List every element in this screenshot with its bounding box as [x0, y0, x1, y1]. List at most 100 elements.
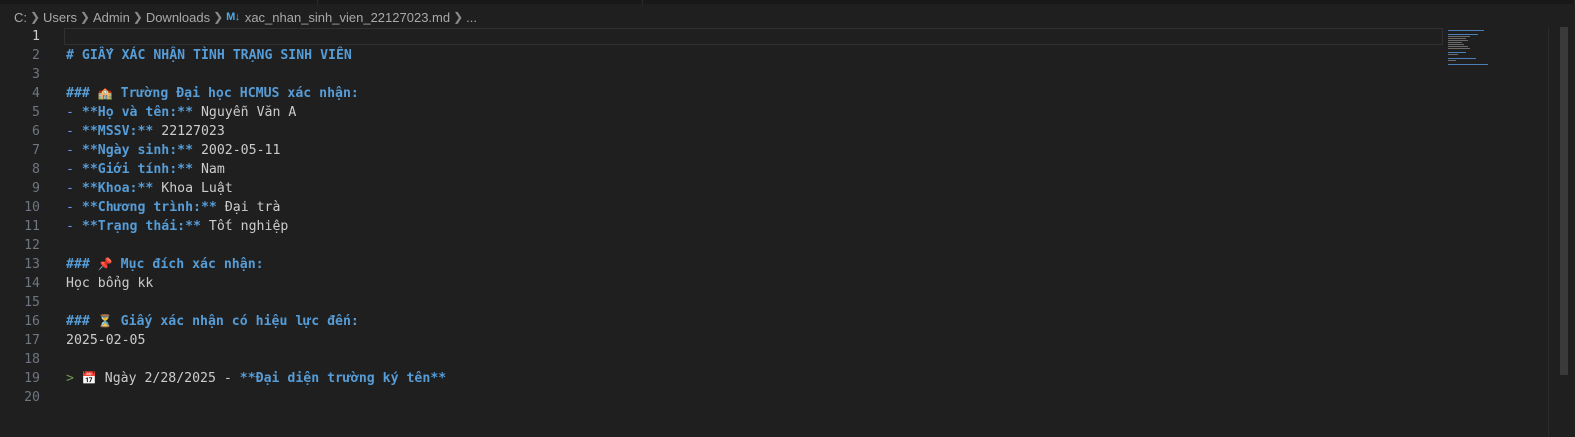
- line-number: 12: [24, 238, 40, 253]
- editor-line[interactable]: 8 - **Giới tính:** Nam: [0, 160, 1445, 179]
- code-token: **Khoa:**: [81, 181, 154, 196]
- line-content: 2025-02-05: [66, 331, 145, 350]
- editor-line[interactable]: 16 ### ⏳ Giấy xác nhận có hiệu lực đến:: [0, 312, 1445, 331]
- chevron-right-icon: ❯: [132, 10, 143, 24]
- editor-line[interactable]: 4 ### 🏫 Trường Đại học HCMUS xác nhận:: [0, 84, 1445, 103]
- code-token: Mục đích xác nhận:: [112, 257, 264, 272]
- code-token: **Trạng thái:**: [81, 219, 201, 234]
- code-token: Giấy xác nhận có hiệu lực đến:: [112, 314, 359, 329]
- line-content: - **Trạng thái:** Tốt nghiệp: [66, 217, 288, 236]
- code-token: ###: [66, 314, 98, 329]
- line-number: 19: [24, 371, 40, 386]
- editor-line[interactable]: 1: [0, 27, 1445, 46]
- line-number: 7: [32, 143, 40, 158]
- editor-line[interactable]: 3: [0, 65, 1445, 84]
- line-number: 15: [24, 295, 40, 310]
- code-token: -: [66, 181, 82, 196]
- chevron-right-icon: ❯: [79, 10, 90, 24]
- line-content: - **Khoa:** Khoa Luật: [66, 179, 233, 198]
- breadcrumb-drive[interactable]: C:: [14, 10, 27, 25]
- editor-line[interactable]: 20: [0, 388, 1445, 407]
- code-token: ###: [66, 86, 98, 101]
- emoji-icon: 📅: [81, 371, 97, 385]
- code-token: Nguyễn Văn A: [193, 105, 297, 120]
- emoji-icon: ⏳: [97, 314, 113, 328]
- line-content: - **Chương trình:** Đại trà: [66, 198, 280, 217]
- editor-line[interactable]: 12: [0, 236, 1445, 255]
- code-token: ###: [66, 257, 98, 272]
- line-number: 9: [32, 181, 40, 196]
- code-token: 2002-05-11: [193, 143, 281, 158]
- code-token: -: [66, 143, 82, 158]
- editor-line[interactable]: 6 - **MSSV:** 22127023: [0, 122, 1445, 141]
- line-number: 6: [32, 124, 40, 139]
- code-token: Tốt nghiệp: [200, 219, 289, 234]
- code-token: -: [66, 124, 82, 139]
- code-token: -: [66, 105, 82, 120]
- editor-line[interactable]: 11 - **Trạng thái:** Tốt nghiệp: [0, 217, 1445, 236]
- emoji-icon: 📌: [97, 257, 113, 271]
- line-number: 11: [24, 219, 40, 234]
- code-token: **Đại diện trường ký tên**: [239, 371, 447, 386]
- breadcrumb-downloads[interactable]: Downloads: [146, 10, 210, 25]
- editor-line[interactable]: 7 - **Ngày sinh:** 2002-05-11: [0, 141, 1445, 160]
- line-content: - **Ngày sinh:** 2002-05-11: [66, 141, 280, 160]
- line-number: 18: [24, 352, 40, 367]
- line-number: 2: [32, 48, 40, 63]
- editor-line[interactable]: 2 # GIẤY XÁC NHẬN TÌNH TRẠNG SINH VIÊN: [0, 46, 1445, 65]
- editor-line[interactable]: 5 - **Họ và tên:** Nguyễn Văn A: [0, 103, 1445, 122]
- line-content: ### 🏫 Trường Đại học HCMUS xác nhận:: [66, 84, 359, 103]
- code-token: Học bổng kk: [66, 276, 154, 291]
- line-number: 14: [24, 276, 40, 291]
- line-number: 5: [32, 105, 40, 120]
- line-number: 20: [24, 390, 40, 405]
- chevron-right-icon: ❯: [213, 10, 224, 24]
- line-number: 16: [24, 314, 40, 329]
- breadcrumb-file[interactable]: xac_nhan_sinh_vien_22127023.md: [245, 10, 450, 25]
- editor-line[interactable]: 19 > 📅 Ngày 2/28/2025 - **Đại diện trường…: [0, 369, 1445, 388]
- emoji-icon: 🏫: [97, 86, 113, 100]
- line-content: Học bổng kk: [66, 274, 153, 293]
- editor-line[interactable]: 10 - **Chương trình:** Đại trà: [0, 198, 1445, 217]
- code-token: Ngày 2/28/2025 -: [96, 371, 240, 386]
- code-token: **MSSV:**: [81, 124, 154, 139]
- line-content: - **Giới tính:** Nam: [66, 160, 225, 179]
- breadcrumb-symbols[interactable]: ...: [466, 10, 477, 25]
- breadcrumb: C: ❯ Users ❯ Admin ❯ Downloads ❯ M↓ xac_…: [0, 6, 1575, 28]
- editor-line[interactable]: 17 2025-02-05: [0, 331, 1445, 350]
- code-token: -: [66, 219, 82, 234]
- markdown-file-icon: M↓: [226, 11, 240, 23]
- editor-line[interactable]: 15: [0, 293, 1445, 312]
- code-token: 22127023: [153, 124, 225, 139]
- code-token: Nam: [193, 162, 225, 177]
- line-content: # GIẤY XÁC NHẬN TÌNH TRẠNG SINH VIÊN: [66, 46, 352, 65]
- editor-line[interactable]: 9 - **Khoa:** Khoa Luật: [0, 179, 1445, 198]
- code-token: >: [66, 371, 82, 386]
- minimap[interactable]: [1446, 28, 1546, 88]
- line-number: 4: [32, 86, 40, 101]
- code-token: **Giới tính:**: [81, 162, 194, 177]
- editor-line[interactable]: 13 ### 📌 Mục đích xác nhận:: [0, 255, 1445, 274]
- tab-strip-edge: [0, 0, 1575, 4]
- vertical-scrollbar[interactable]: [1560, 27, 1568, 375]
- line-content: ### ⏳ Giấy xác nhận có hiệu lực đến:: [66, 312, 359, 331]
- breadcrumb-users[interactable]: Users: [43, 10, 77, 25]
- line-number: 8: [32, 162, 40, 177]
- line-content: ### 📌 Mục đích xác nhận:: [66, 255, 264, 274]
- code-token: Đại trà: [216, 200, 281, 215]
- code-token: **Họ và tên:**: [81, 105, 194, 120]
- editor[interactable]: 1 2 # GIẤY XÁC NHẬN TÌNH TRẠNG SINH VIÊN 3 4…: [0, 27, 1568, 437]
- code-token: **Chương trình:**: [81, 200, 217, 215]
- editor-line[interactable]: 14 Học bổng kk: [0, 274, 1445, 293]
- line-number: 3: [32, 67, 40, 82]
- line-number: 13: [24, 257, 40, 272]
- line-content: - **Họ và tên:** Nguyễn Văn A: [66, 103, 296, 122]
- breadcrumb-admin[interactable]: Admin: [93, 10, 130, 25]
- line-number: 10: [24, 200, 40, 215]
- line-number: 1: [32, 29, 40, 44]
- editor-line[interactable]: 18: [0, 350, 1445, 369]
- line-content: - **MSSV:** 22127023: [66, 122, 225, 141]
- minimap-divider: [1548, 27, 1549, 437]
- code-token: -: [66, 200, 82, 215]
- code-token: Khoa Luật: [153, 181, 233, 196]
